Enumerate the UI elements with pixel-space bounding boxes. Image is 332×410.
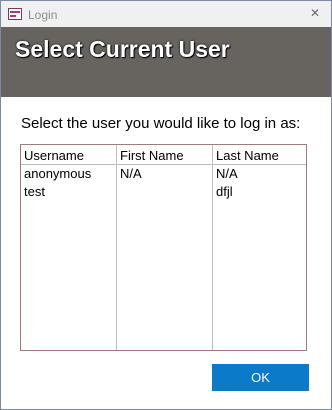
close-icon[interactable]: ✕ (307, 5, 323, 21)
login-dialog: Login ✕ Select Current User Select the u… (0, 0, 332, 410)
list-row-anonymous[interactable]: anonymous N/A N/A (21, 165, 306, 183)
list-header-row: Username First Name Last Name (21, 147, 306, 165)
header-band: Select Current User (1, 27, 331, 97)
last-name-cell: N/A (216, 166, 238, 181)
page-title: Select Current User (15, 36, 230, 62)
user-listbox[interactable]: Username First Name Last Name anonymous … (20, 144, 307, 351)
form-icon (8, 8, 22, 20)
title-bar: Login ✕ (1, 1, 331, 27)
username-cell: test (24, 184, 45, 199)
ok-button[interactable]: OK (212, 364, 309, 391)
username-cell: anonymous (24, 166, 92, 181)
list-row-test[interactable]: test dfjl (21, 183, 306, 201)
column-header-first-name: First Name (120, 148, 184, 163)
column-header-username: Username (24, 148, 84, 163)
column-header-last-name: Last Name (216, 148, 279, 163)
window-title: Login (28, 8, 58, 22)
dialog-content: Select the user you would like to log in… (1, 97, 331, 409)
instruction-text: Select the user you would like to log in… (21, 115, 301, 132)
last-name-cell: dfjl (216, 184, 233, 199)
first-name-cell: N/A (120, 166, 142, 181)
